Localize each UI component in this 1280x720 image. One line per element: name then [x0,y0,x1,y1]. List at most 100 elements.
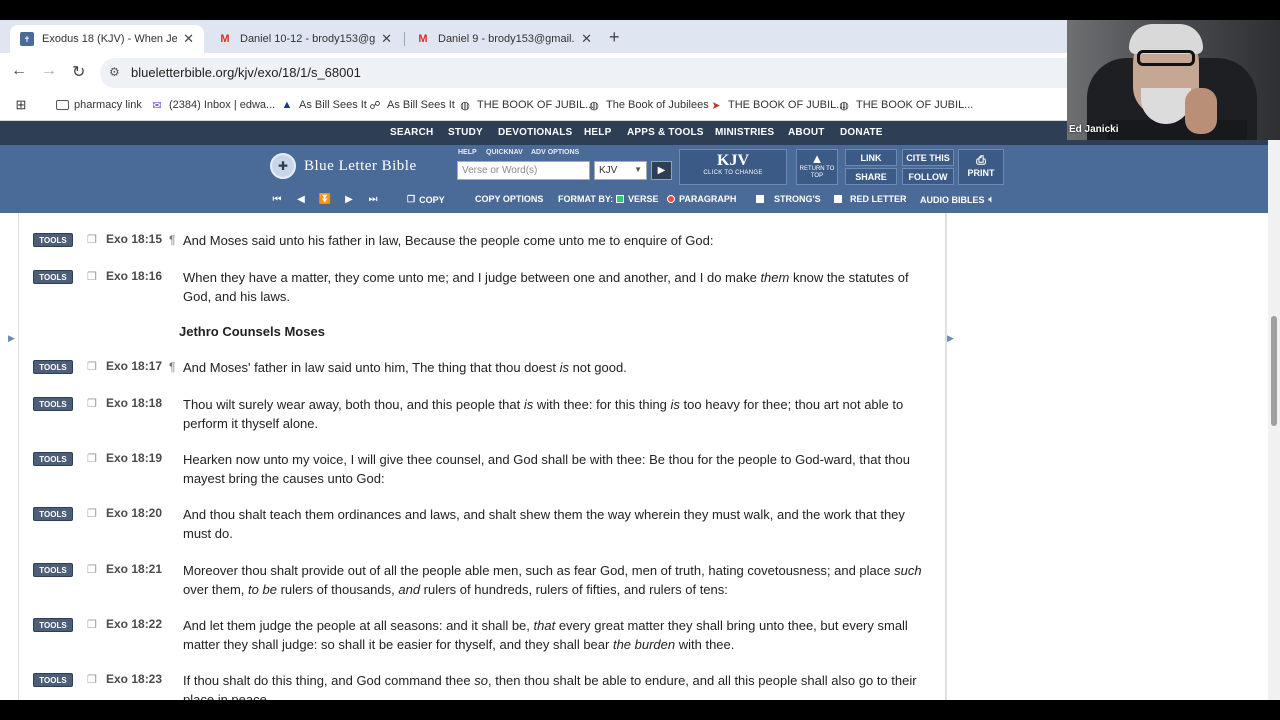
paragraph-label: PARAGRAPH [679,194,737,204]
verse-label: VERSE [628,194,659,204]
verse-ref[interactable]: Exo 18:16 [106,269,162,283]
menu-apps-tools[interactable]: APPS & TOOLS [627,127,704,138]
quicknav-link[interactable]: QUICKNAV [486,149,523,156]
menu-donate[interactable]: DONATE [840,127,883,138]
next-chapter-icon[interactable]: ▶ [339,191,359,207]
chapter-list-icon[interactable]: ⏬ [315,191,335,207]
print-button[interactable]: ⎙ PRINT [958,149,1004,185]
forward-icon[interactable]: → [41,62,57,80]
bookmark-as-bill-sees-it-1[interactable]: ▲ As Bill Sees It [280,99,367,111]
copy-button[interactable]: ❐ COPY [407,194,445,205]
verse-ref[interactable]: Exo 18:19 [106,451,162,465]
tools-button[interactable]: TOOLS [33,507,73,521]
tools-button[interactable]: TOOLS [33,563,73,577]
search-placeholder: Verse or Word(s) [462,165,538,176]
previous-chapter-icon[interactable]: ◀ [291,191,311,207]
bookmark-book-of-jubil-3[interactable]: ◍ THE BOOK OF JUBIL... [837,99,973,112]
tools-button[interactable]: TOOLS [33,452,73,466]
tools-button[interactable]: TOOLS [33,397,73,411]
verse-ref[interactable]: Exo 18:20 [106,506,162,520]
menu-study[interactable]: STUDY [448,127,483,138]
copy-icon[interactable]: ❐ [87,397,97,410]
new-tab-icon[interactable]: + [609,27,620,48]
red-letter-toggle[interactable]: RED LETTER [834,194,907,204]
bookmark-book-of-jubil-1[interactable]: ◍ THE BOOK OF JUBIL... [458,99,594,112]
last-chapter-icon[interactable]: ⏭ [363,191,383,207]
triangle-icon: ▲ [281,99,293,111]
tools-button[interactable]: TOOLS [33,360,73,374]
cite-button[interactable]: CITE THIS [902,149,954,166]
close-tab-icon[interactable]: ✕ [183,31,194,47]
first-chapter-icon[interactable]: ⏮ [267,191,287,207]
back-icon[interactable]: ← [11,62,27,80]
bookmark-book-of-jubil-2[interactable]: ➤ THE BOOK OF JUBIL... [709,99,845,112]
apps-grid-icon[interactable]: ⊞ [14,97,33,112]
expand-left-panel-icon[interactable]: ▶ [8,333,15,344]
verse-format-toggle[interactable]: VERSE [616,194,659,204]
copy-icon[interactable]: ❐ [87,452,97,465]
tools-button[interactable]: TOOLS [33,270,73,284]
verse-ref[interactable]: Exo 18:21 [106,562,162,576]
audio-bibles-label: AUDIO BIBLES [920,194,985,205]
menu-search[interactable]: SEARCH [390,127,433,138]
copy-options-button[interactable]: COPY OPTIONS [475,194,543,204]
tools-button[interactable]: TOOLS [33,233,73,247]
copy-icon[interactable]: ❐ [87,563,97,576]
tab-daniel-9[interactable]: M Daniel 9 - brody153@gmail.com ✕ [406,25,602,53]
verse-ref[interactable]: Exo 18:22 [106,617,162,631]
close-tab-icon[interactable]: ✕ [381,31,392,47]
verse-ref[interactable]: Exo 18:15 [106,232,162,246]
audio-bibles-button[interactable]: AUDIO BIBLES 🔈︎ [920,194,994,205]
webcam-video: Ed Janicki [1067,20,1280,140]
adv-options-link[interactable]: ADV OPTIONS [531,149,579,156]
copy-icon[interactable]: ❐ [87,507,97,520]
copy-icon[interactable]: ❐ [87,618,97,631]
bookmark-book-of-jubilees[interactable]: ◍ The Book of Jubilees [587,99,709,112]
verse-ref[interactable]: Exo 18:17 [106,359,162,373]
bookmark-pharmacy[interactable]: pharmacy link [56,99,142,111]
help-link[interactable]: HELP [458,149,477,156]
site-logo[interactable]: ✚ Blue Letter Bible [270,151,450,181]
link-button[interactable]: LINK [845,149,897,166]
bookmark-as-bill-sees-it-2[interactable]: ☍ As Bill Sees It [368,99,454,112]
paragraph-format-toggle[interactable]: PARAGRAPH [667,194,736,204]
change-version-button[interactable]: KJV CLICK TO CHANGE [679,149,787,185]
search-go-button[interactable]: ▶ [651,161,672,180]
return-to-top-button[interactable]: ▲ RETURN TO TOP [796,149,838,185]
version-select[interactable]: KJV ▼ [594,161,647,180]
verse-ref[interactable]: Exo 18:23 [106,672,162,686]
scrollbar-thumb[interactable] [1271,316,1277,426]
page-scrollbar[interactable] [1268,121,1280,700]
verse-text-part: Hearken now unto my voice, I will give t… [183,452,910,486]
close-tab-icon[interactable]: ✕ [581,31,592,47]
verse-text-part: Moreover thou shalt provide out of all t… [183,563,895,578]
section-heading: Jethro Counsels Moses [179,324,325,339]
copy-icon[interactable]: ❐ [87,233,97,246]
tab-daniel-10-12[interactable]: M Daniel 10-12 - brody153@gmail ✕ [208,25,402,53]
bookmark-label: As Bill Sees It [299,99,367,111]
menu-ministries[interactable]: MINISTRIES [715,127,774,138]
verse-ref[interactable]: Exo 18:18 [106,396,162,410]
url-field[interactable]: ⚙ blueletterbible.org/kjv/exo/18/1/s_680… [100,58,1080,88]
copy-icon[interactable]: ❐ [87,270,97,283]
reload-icon[interactable]: ↻ [72,62,85,82]
verse-search-input[interactable]: Verse or Word(s) [457,161,590,180]
site-info-icon[interactable]: ⚙ [109,65,120,79]
tools-button[interactable]: TOOLS [33,673,73,687]
follow-button[interactable]: FOLLOW [902,168,954,185]
menu-devotionals[interactable]: DEVOTIONALS [498,127,572,138]
verse-text: Hearken now unto my voice, I will give t… [183,450,933,488]
menu-help[interactable]: HELP [584,127,611,138]
copy-icon[interactable]: ❐ [87,360,97,373]
share-button[interactable]: SHARE [845,168,897,185]
expand-right-panel-icon[interactable]: ▶ [947,333,954,344]
tab-exodus-18[interactable]: ✝ Exodus 18 (KJV) - When Jethro ✕ [10,25,204,53]
tools-button[interactable]: TOOLS [33,618,73,632]
copy-icon[interactable]: ❐ [87,673,97,686]
italic-word: is [670,397,680,412]
bookmark-inbox[interactable]: ✉ (2384) Inbox | edwa... [150,99,275,112]
verse-text-part: And Moses' father in law said unto him, … [183,360,560,375]
menu-about[interactable]: ABOUT [788,127,825,138]
site-header: ✚ Blue Letter Bible HELP QUICKNAV ADV OP… [0,145,1280,213]
strongs-toggle[interactable]: STRONG'S [756,194,821,204]
